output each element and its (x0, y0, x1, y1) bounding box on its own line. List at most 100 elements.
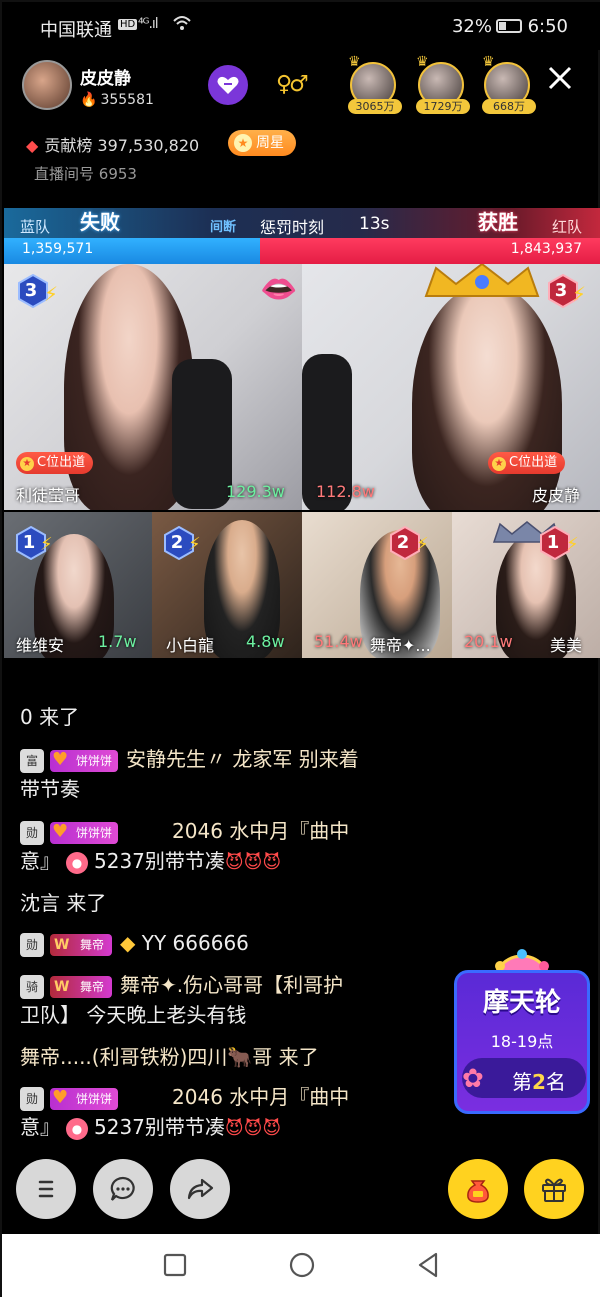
room-id-value: 6953 (98, 165, 137, 183)
contribution-value: 397,530,820 (97, 136, 200, 155)
streamer-name: 美美 (550, 636, 583, 655)
top-viewer-2[interactable]: ♛ 1729万 (416, 54, 470, 114)
chat-text: 5237别带节凑 (94, 1115, 225, 1139)
chat-message: 舞帝.....(利哥铁粉)四川🐂哥 来了 (20, 1045, 319, 1069)
streamer-score: 51.4w (314, 632, 363, 651)
streamer-name: 利徒莹哥 (16, 486, 81, 505)
star-icon: ★ (492, 457, 506, 471)
small-video-3[interactable]: 2 ⚡ 51.4w 舞帝✦... (302, 512, 452, 658)
level-number: 1 (546, 532, 560, 553)
c-position-label: C位出道 (37, 455, 86, 470)
fan-badge: 舞帝 (50, 975, 113, 998)
fan-badge: 饼饼饼 (50, 1087, 119, 1110)
recents-icon[interactable] (160, 1250, 190, 1280)
contribution-rank[interactable]: ◆ 贡献榜 397,530,820 (26, 132, 199, 156)
small-video-1[interactable]: 1 ⚡ 维维安 1.7w (4, 512, 152, 658)
lightning-icon: ⚡ (188, 534, 201, 555)
flower-icon: ✿ (462, 1064, 484, 1094)
top-viewer-1[interactable]: ♛ 3065万 (348, 54, 402, 114)
streamer-score: 20.1w (464, 632, 513, 651)
chat-text: 5237别带节凑 (94, 849, 225, 873)
wifi-icon (172, 14, 192, 34)
promo-time: 18-19点 (490, 1032, 554, 1051)
pk-link-icon[interactable]: ♀♂ (276, 72, 309, 97)
week-star-label: 周星 (256, 135, 284, 151)
chat-message: 沈言 来了 (20, 891, 107, 915)
battery-percent: 32% (451, 16, 492, 37)
lucky-bag-button[interactable] (448, 1159, 508, 1219)
gift-emoji-icon: ● (66, 1117, 88, 1140)
gift-emoji-icon: ● (66, 851, 88, 874)
gift-icon: ◆ (120, 931, 136, 955)
share-button[interactable] (170, 1159, 230, 1219)
small-video-2[interactable]: 2 ⚡ 小白龍 4.8w (152, 512, 302, 658)
main-video-right[interactable]: 3 ⚡ ★ C位出道 112.8w 皮皮静 (302, 264, 600, 510)
host-fans-count: 355581 (100, 92, 154, 108)
host-avatar[interactable] (22, 60, 72, 110)
devil-emoji-icon: 😈😈😈 (224, 852, 282, 873)
home-icon[interactable] (287, 1250, 317, 1280)
week-star-button[interactable]: ★ 周星 (228, 130, 296, 156)
chat-text: 2046 水中月『曲中 (172, 1085, 350, 1109)
room-id-label: 直播间号 (34, 165, 95, 183)
fan-badge: 饼饼饼 (50, 821, 119, 844)
microphone (172, 359, 232, 509)
clock: 6:50 (527, 16, 568, 37)
level-number: 3 (24, 280, 38, 301)
chat-icon (110, 1176, 135, 1201)
chat-text: YY 666666 (141, 931, 249, 955)
system-nav-bar (2, 1234, 600, 1297)
crown-icon: ♛ (348, 54, 361, 70)
chat-message: 富饼饼饼安静先生〃 龙家军 别来着 (20, 744, 359, 774)
streamer-score: 129.3w (226, 482, 285, 501)
lightning-icon: ⚡ (44, 282, 59, 306)
user-level-badge: 勋 (20, 1086, 44, 1111)
chat-text: 意』 (20, 849, 60, 873)
lightning-icon: ⚡ (416, 534, 429, 555)
chat-message-continued: 带节奏 (20, 777, 80, 801)
punish-icon: 间断 (210, 220, 237, 235)
ferris-wheel-promo[interactable]: 摩天轮 18-19点 ✿ 第2名 (450, 946, 594, 1116)
streamer-score: 112.8w (316, 482, 375, 501)
menu-icon (38, 1180, 54, 1198)
gift-button[interactable] (524, 1159, 584, 1219)
main-video-left[interactable]: 👄 3 ⚡ ★ C位出道 利徒莹哥 129.3w (4, 264, 302, 510)
streamer-name: 皮皮静 (532, 486, 581, 505)
promo-rank: 第2名 (512, 1066, 566, 1095)
menu-button[interactable] (16, 1159, 76, 1219)
blue-team-label: 蓝队 (20, 218, 51, 236)
blue-score: 1,359,571 (22, 241, 94, 257)
user-level-badge: 富 (20, 748, 44, 773)
streamer-name: 维维安 (16, 636, 65, 655)
chat-message-continued: 意』 ● 5237别带节凑😈😈😈 (20, 1112, 281, 1144)
heart-icon (217, 76, 239, 94)
devil-emoji-icon: 😈😈😈 (224, 1118, 282, 1139)
small-video-4[interactable]: 1 ⚡ 20.1w 美美 (452, 512, 600, 658)
viewer-count: 1729万 (416, 99, 470, 114)
streamer-name: 舞帝✦... (370, 636, 431, 655)
c-position-badge: ★ C位出道 (16, 452, 94, 474)
back-icon[interactable] (414, 1250, 444, 1280)
promo-rank-prefix: 第 (512, 1070, 532, 1094)
chat-message: 勋饼饼饼 2046 水中月『曲中 (20, 1082, 349, 1112)
lightning-icon: ⚡ (40, 534, 53, 555)
promo-rank-suffix: 名 (545, 1070, 566, 1094)
level-number: 2 (396, 532, 410, 553)
viewer-count: 668万 (482, 99, 536, 114)
hd-badge: HD (118, 19, 138, 30)
host-name[interactable]: 皮皮静 (80, 64, 131, 89)
close-icon[interactable] (544, 62, 576, 94)
host-fans: 🔥 355581 (80, 92, 154, 108)
lucky-bag-icon (467, 1180, 489, 1203)
follow-heart-button[interactable] (208, 65, 248, 105)
chat-message-continued: 意』 ● 5237别带节凑😈😈😈 (20, 846, 281, 878)
promo-title: 摩天轮 (482, 988, 561, 1018)
fan-badge: 饼饼饼 (50, 749, 119, 772)
chat-message-continued: 卫队】 今天晚上老头有钱 (20, 1003, 247, 1027)
top-viewer-3[interactable]: ♛ 668万 (482, 54, 536, 114)
chat-message: 勋舞帝 ◆ YY 666666 (20, 928, 249, 958)
chat-button[interactable] (93, 1159, 153, 1219)
chat-text: 舞帝✦.伤心哥哥【利哥护 (120, 973, 344, 997)
chat-text: 安静先生〃 龙家军 别来着 (126, 747, 359, 771)
chat-text: 2046 水中月『曲中 (172, 819, 350, 843)
